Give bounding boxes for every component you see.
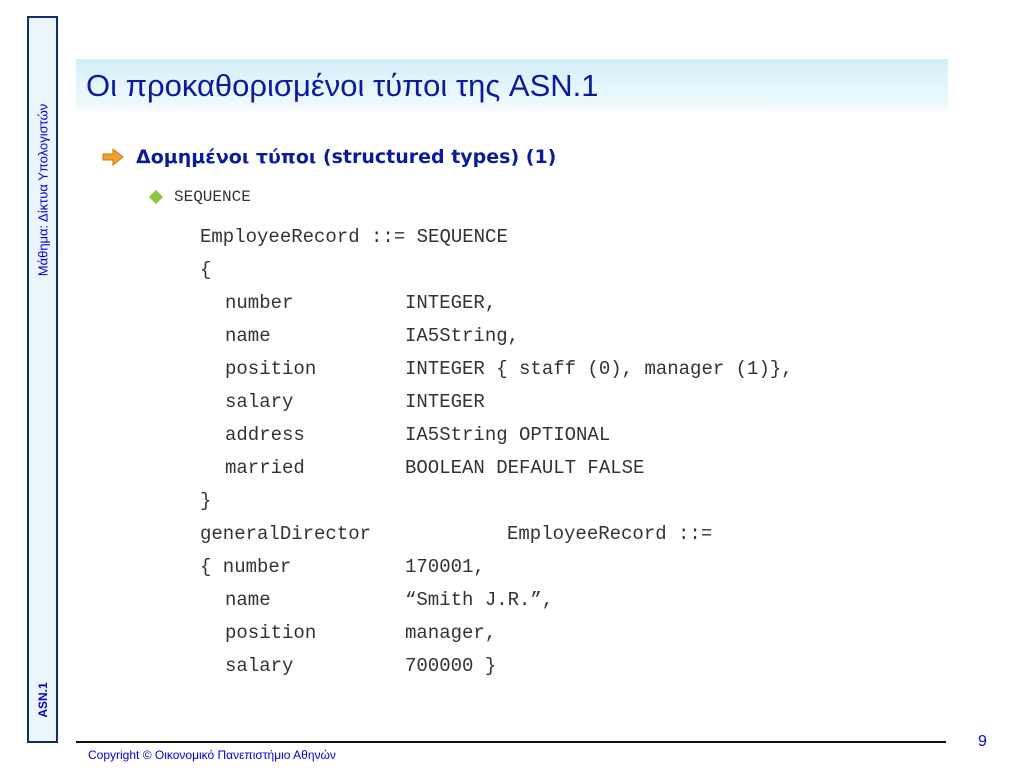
value-type: EmployeeRecord ::=	[507, 523, 713, 545]
code-line: {	[200, 254, 246, 287]
code-line: married BOOLEAN DEFAULT FALSE	[200, 452, 644, 485]
slide-title: Οι προκαθορισμένοι τύποι της ASN.1	[86, 68, 599, 103]
field-name: married	[225, 457, 305, 479]
field-name: name	[225, 589, 271, 611]
field-type: IA5String,	[405, 325, 520, 347]
bullet-structured-types-text: Δομημένοι τύποι (structured types) (1)	[136, 146, 557, 168]
code-line: name “Smith J.R.”,	[200, 584, 553, 617]
field-name: salary	[225, 391, 294, 413]
title-band: Οι προκαθορισμένοι τύποι της ASN.1	[76, 59, 948, 111]
code-text: }	[200, 490, 212, 512]
field-value: manager,	[405, 622, 497, 644]
code-text: {	[200, 259, 212, 281]
code-line: position manager,	[200, 617, 496, 650]
code-line: EmployeeRecord ::= SEQUENCE	[200, 221, 508, 254]
code-line: number INTEGER,	[200, 287, 496, 320]
field-type: INTEGER	[405, 391, 485, 413]
sidebar-course-label: Μάθημα: Δίκτυα Υπολογιστών	[35, 103, 50, 277]
page-number: 9	[978, 733, 987, 750]
field-name: { number	[200, 556, 292, 578]
copyright-text: Copyright © Οικονομικό Πανεπιστήμιο Αθην…	[88, 748, 336, 762]
code-line: name IA5String,	[200, 320, 519, 353]
field-name: position	[225, 358, 317, 380]
bullet-structured-types: Δομημένοι τύποι (structured types) (1)	[101, 145, 556, 169]
field-value: “Smith J.R.”,	[405, 589, 554, 611]
code-line: }	[200, 485, 246, 518]
bullet-sequence-text: SEQUENCE	[174, 188, 251, 206]
field-name: name	[225, 325, 271, 347]
field-value: 170001,	[405, 556, 485, 578]
code-line: salary 700000 }	[200, 650, 496, 683]
sidebar-topic-label: ASN.1	[35, 682, 50, 718]
code-text: EmployeeRecord ::= SEQUENCE	[200, 226, 508, 248]
bullet-sequence: SEQUENCE	[148, 188, 251, 206]
field-name: salary	[225, 655, 294, 677]
field-value: 700000 }	[405, 655, 497, 677]
arrow-right-icon	[102, 147, 124, 167]
code-line: salary INTEGER	[200, 386, 485, 419]
field-type: IA5String OPTIONAL	[405, 424, 611, 446]
code-line: generalDirector EmployeeRecord ::=	[200, 518, 712, 551]
code-block: EmployeeRecord ::= SEQUENCE { number INT…	[200, 221, 793, 683]
field-type: INTEGER { staff (0), manager (1)},	[405, 358, 793, 380]
footer-divider	[76, 741, 946, 743]
code-line: address IA5String OPTIONAL	[200, 419, 610, 452]
diamond-icon	[148, 189, 164, 205]
value-name: generalDirector	[200, 523, 372, 545]
field-type: INTEGER,	[405, 292, 497, 314]
field-name: address	[225, 424, 305, 446]
field-name: number	[225, 292, 294, 314]
sidebar: Μάθημα: Δίκτυα Υπολογιστών ASN.1	[27, 16, 58, 743]
field-type: BOOLEAN DEFAULT FALSE	[405, 457, 645, 479]
field-name: position	[225, 622, 317, 644]
code-line: { number 170001,	[200, 551, 485, 584]
code-line: position INTEGER { staff (0), manager (1…	[200, 353, 793, 386]
